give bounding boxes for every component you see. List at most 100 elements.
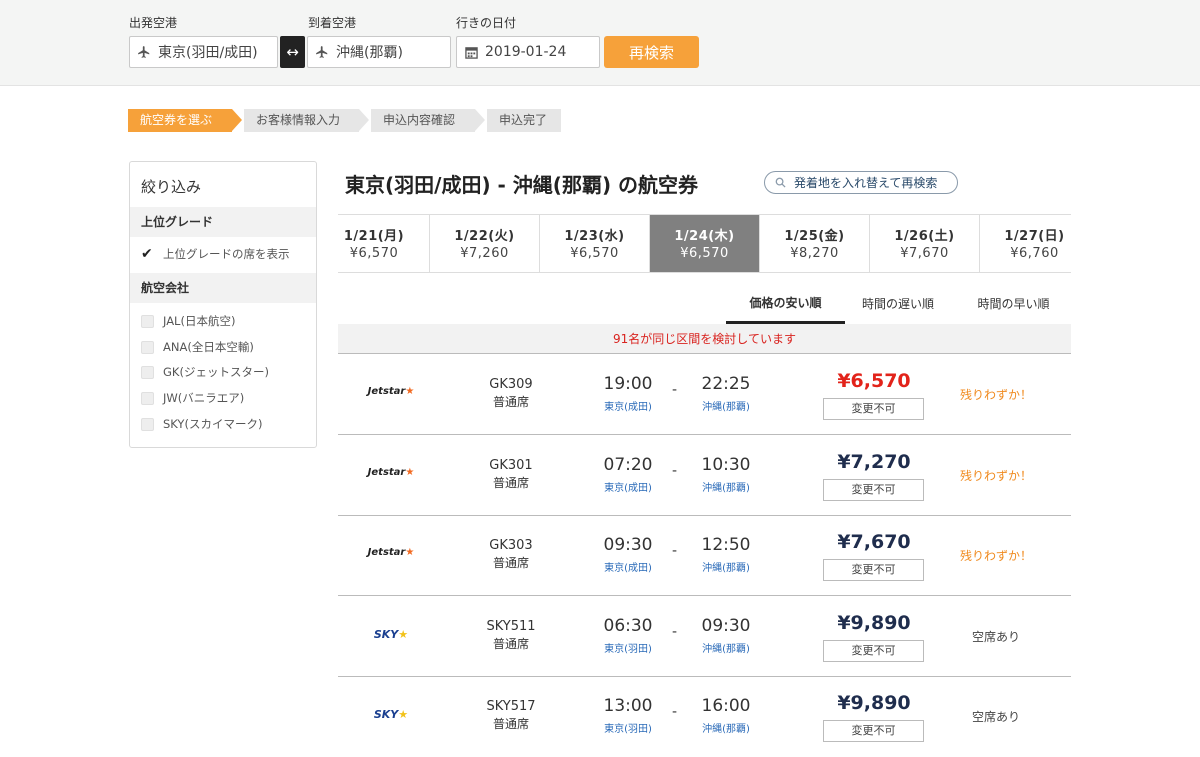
grade-section-header: 上位グレード (130, 207, 316, 237)
date-tab-price: ¥7,260 (460, 246, 509, 261)
date-tab-date: 1/23(水) (564, 229, 625, 244)
change-policy-badge: 変更不可 (823, 720, 924, 742)
date-tab[interactable]: 1/21(月) ¥6,570 (338, 215, 429, 272)
sort-tab-time-early[interactable]: 時間の早い順 (956, 283, 1071, 324)
from-airport-value: 東京(羽田/成田) (158, 45, 258, 61)
checkmark-icon[interactable]: ✔ (141, 247, 154, 261)
research-button[interactable]: 再検索 (604, 36, 699, 68)
seat-class: 普通席 (492, 717, 529, 731)
flight-number: GK303 (489, 538, 533, 553)
date-tab-price: ¥6,570 (570, 246, 619, 261)
date-tab[interactable]: 1/27(日) ¥6,760 (979, 215, 1071, 272)
airline-name: Jetstar (367, 467, 406, 478)
flight-price: ¥6,570 (837, 370, 911, 392)
date-field[interactable]: 2019-01-24 (456, 36, 600, 68)
seat-class: 普通席 (492, 556, 529, 570)
departure-time: 07:20 (603, 455, 653, 475)
airline-name: SKY (373, 708, 399, 721)
availability-status: 空席あり (971, 710, 1020, 724)
airline-option-gk[interactable]: GK(ジェットスター) (141, 364, 269, 380)
search-icon (775, 177, 786, 188)
airline-option-ana[interactable]: ANA(全日本空輸) (141, 339, 254, 355)
checkbox[interactable] (141, 314, 154, 328)
to-airport-value: 沖縄(那覇) (336, 45, 403, 61)
airplane-icon (308, 45, 336, 59)
flight-row[interactable]: Jetstar★ GK303 普通席 09:30 - 12:50 東京(成田) … (338, 515, 1071, 596)
from-airport-label: 出発空港 (129, 16, 178, 30)
departure-time: 13:00 (603, 696, 653, 716)
step-customer-info: お客様情報入力 (244, 109, 369, 132)
flight-row[interactable]: Jetstar★ GK309 普通席 19:00 - 22:25 東京(成田) … (338, 354, 1071, 435)
calendar-icon (457, 46, 485, 59)
airline-logo: Jetstar★ (338, 547, 444, 558)
checkbox[interactable] (141, 365, 154, 379)
flight-price: ¥9,890 (837, 692, 911, 714)
airline-option-sky[interactable]: SKY(スカイマーク) (141, 416, 262, 432)
from-airport-field[interactable]: 東京(羽田/成田) (129, 36, 278, 68)
to-airport-field[interactable]: 沖縄(那覇) (307, 36, 451, 68)
flight-row[interactable]: SKY★ SKY517 普通席 13:00 - 16:00 東京(羽田) 沖縄(… (338, 676, 1071, 757)
departure-airport: 東京(羽田) (604, 724, 652, 735)
star-icon: ★ (398, 708, 409, 721)
seat-class: 普通席 (492, 637, 529, 651)
page-title: 東京(羽田/成田) - 沖縄(那覇) の航空券 (345, 173, 699, 197)
checkbox[interactable] (141, 391, 154, 405)
flight-row[interactable]: SKY★ SKY511 普通席 06:30 - 09:30 東京(羽田) 沖縄(… (338, 596, 1071, 677)
date-tab-price: ¥6,570 (680, 246, 729, 261)
change-policy-badge: 変更不可 (823, 640, 924, 662)
grade-option[interactable]: ✔ 上位グレードの席を表示 (141, 246, 290, 262)
date-tab-selected[interactable]: 1/24(木) ¥6,570 (649, 215, 759, 272)
time-separator: - (672, 543, 678, 559)
airline-logo: Jetstar★ (338, 467, 444, 478)
swap-search-label: 発着地を入れ替えて再検索 (794, 176, 938, 190)
departure-airport: 東京(成田) (604, 563, 652, 574)
date-tab-date: 1/25(金) (784, 229, 845, 244)
availability-status: 残りわずか！ (959, 549, 1032, 563)
change-policy-badge: 変更不可 (823, 559, 924, 581)
availability-status: 空席あり (971, 630, 1020, 644)
date-tab[interactable]: 1/23(水) ¥6,570 (539, 215, 649, 272)
star-icon: ★ (398, 628, 409, 641)
date-tab-date: 1/21(月) (343, 229, 405, 244)
flight-number: GK301 (489, 458, 533, 473)
arrival-time: 10:30 (701, 455, 751, 475)
airplane-icon (130, 45, 158, 59)
flight-number: GK309 (489, 377, 533, 392)
airline-logo: Jetstar★ (338, 386, 444, 397)
arrival-time: 09:30 (701, 616, 751, 636)
time-separator: - (672, 463, 678, 479)
sort-tab-price-asc[interactable]: 価格の安い順 (726, 283, 845, 324)
departure-time: 06:30 (603, 616, 653, 636)
flight-row[interactable]: Jetstar★ GK301 普通席 07:20 - 10:30 東京(成田) … (338, 435, 1071, 516)
viewers-notice: 91名が同じ区間を検討しています (338, 324, 1071, 354)
flight-price: ¥7,270 (837, 451, 911, 473)
departure-airport: 東京(成田) (604, 483, 652, 494)
sort-tab-time-late[interactable]: 時間の遅い順 (845, 283, 951, 324)
swap-airports-button[interactable]: ↔ (280, 36, 305, 68)
change-policy-badge: 変更不可 (823, 398, 924, 420)
airline-section-header: 航空会社 (130, 273, 316, 303)
airline-option-jal[interactable]: JAL(日本航空) (141, 313, 235, 329)
date-tab[interactable]: 1/25(金) ¥8,270 (759, 215, 869, 272)
departure-time: 09:30 (603, 535, 653, 555)
checkbox[interactable] (141, 340, 154, 354)
change-policy-badge: 変更不可 (823, 479, 924, 501)
grade-option-label: 上位グレードの席を表示 (163, 247, 290, 261)
filter-title: 絞り込み (141, 178, 202, 196)
arrival-time: 16:00 (701, 696, 751, 716)
progress-steps: 航空券を選ぶ お客様情報入力 申込内容確認 申込完了 (128, 109, 573, 132)
time-separator: - (672, 382, 678, 398)
arrival-airport: 沖縄(那覇) (702, 563, 750, 574)
date-tab[interactable]: 1/22(火) ¥7,260 (429, 215, 539, 272)
arrival-airport: 沖縄(那覇) (702, 483, 750, 494)
date-tab[interactable]: 1/26(土) ¥7,670 (869, 215, 979, 272)
airline-option-jw[interactable]: JW(バニラエア) (141, 390, 244, 406)
date-tab-date: 1/22(火) (454, 229, 515, 244)
swap-search-button[interactable]: 発着地を入れ替えて再検索 (764, 171, 958, 194)
step-confirm: 申込内容確認 (371, 109, 485, 132)
date-tab-date: 1/24(木) (674, 229, 735, 244)
checkbox[interactable] (141, 417, 154, 431)
time-separator: - (672, 624, 678, 640)
date-tab-price: ¥6,760 (1010, 246, 1059, 261)
search-bar: 出発空港 到着空港 行きの日付 東京(羽田/成田) ↔ 沖縄(那覇) 2019-… (0, 0, 1200, 86)
